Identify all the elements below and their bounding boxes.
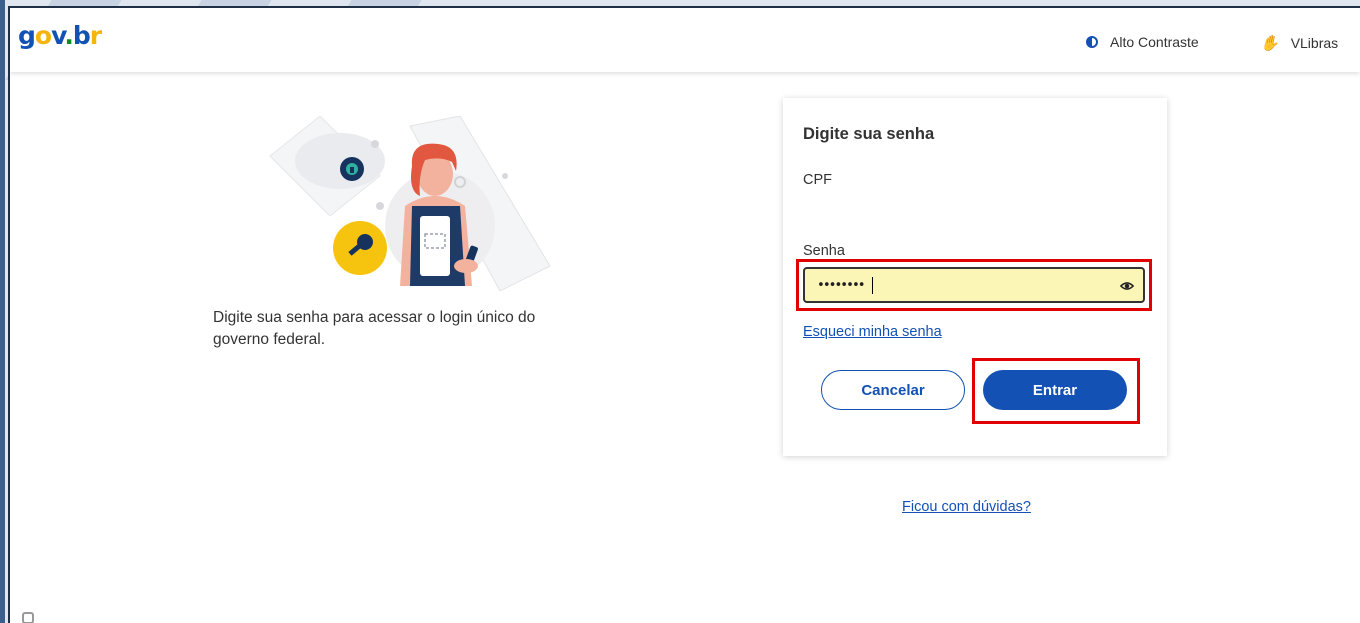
- password-highlight-box: [796, 259, 1152, 311]
- lock-icon: [340, 157, 364, 181]
- vlibras-button[interactable]: ✋ VLibras: [1260, 34, 1338, 52]
- login-page: gov.br Alto Contraste ✋ VLibras Digite s…: [8, 6, 1360, 623]
- help-link[interactable]: Ficou com dúvidas?: [902, 499, 1031, 515]
- logo-dot: .: [64, 21, 73, 50]
- password-card: Digite sua senha CPF Senha Esqueci minha…: [783, 98, 1167, 456]
- card-title: Digite sua senha: [803, 125, 935, 143]
- alto-contraste-label: Alto Contraste: [1110, 34, 1199, 50]
- key-icon: [333, 221, 387, 275]
- vlibras-hand-icon: ✋: [1260, 35, 1279, 52]
- vlibras-label: VLibras: [1290, 35, 1339, 51]
- logo-letter: g: [18, 21, 36, 50]
- logo-letter: o: [34, 21, 52, 50]
- cookie-icon[interactable]: [22, 612, 34, 623]
- intro-text: Digite sua senha para acessar o login ún…: [213, 309, 536, 348]
- contrast-icon: [1086, 36, 1098, 48]
- cpf-label: CPF: [803, 172, 832, 188]
- logo-letter: v: [51, 21, 65, 50]
- govbr-logo[interactable]: gov.br: [18, 21, 102, 50]
- senha-label: Senha: [803, 243, 845, 259]
- login-illustration: [269, 116, 551, 292]
- logo-letter: b: [72, 21, 91, 50]
- logo-letter: r: [89, 21, 102, 50]
- enter-highlight-box: [972, 358, 1140, 424]
- frame-left-bar: [0, 0, 5, 623]
- forgot-password-link[interactable]: Esqueci minha senha: [803, 324, 942, 340]
- header: gov.br Alto Contraste ✋ VLibras: [10, 8, 1360, 72]
- alto-contraste-button[interactable]: Alto Contraste: [1086, 34, 1199, 50]
- cancel-button[interactable]: Cancelar: [821, 370, 965, 410]
